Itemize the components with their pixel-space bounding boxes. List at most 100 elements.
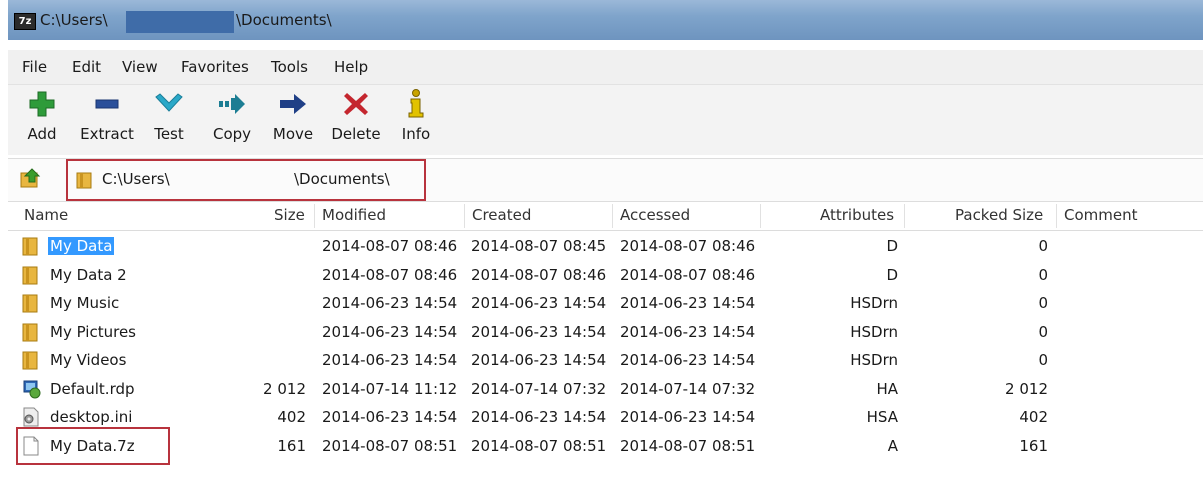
cell-modified: 2014-07-14 11:12: [322, 379, 458, 398]
check-chevron-icon: [150, 89, 188, 119]
cell-attributes: A: [887, 436, 898, 455]
folder-icon: [22, 293, 40, 317]
cell-accessed: 2014-07-14 07:32: [620, 379, 756, 398]
minus-icon: [78, 89, 136, 119]
cell-modified: 2014-08-07 08:46: [322, 265, 458, 284]
up-arrow-icon: [20, 168, 41, 188]
cell-size: 402: [277, 408, 306, 426]
column-modified[interactable]: Modified: [322, 206, 386, 224]
move-label: Move: [272, 125, 314, 143]
path-field[interactable]: C:\Users\ \Documents\: [66, 159, 426, 201]
add-button[interactable]: Add: [24, 89, 60, 143]
cell-accessed: 2014-06-23 14:54: [620, 322, 756, 341]
cell-attributes: HSA: [866, 408, 898, 426]
add-label: Add: [27, 125, 57, 143]
cell-created: 2014-07-14 07:32: [471, 379, 607, 398]
column-size[interactable]: Size: [274, 206, 305, 224]
cell-attributes: HSDrn: [850, 294, 898, 312]
copy-arrow-icon: [210, 89, 254, 119]
file-name: Default.rdp: [50, 379, 135, 398]
cell-packed: 161: [1019, 436, 1048, 455]
cell-attributes: HSDrn: [850, 351, 898, 369]
table-row[interactable]: My Data 2 2014-08-07 08:46 2014-08-07 08:4…: [8, 261, 1203, 289]
cell-size: 2 012: [263, 379, 306, 398]
cell-packed: 0: [1038, 351, 1048, 369]
window-title-suffix: \Documents\: [236, 11, 332, 29]
delete-label: Delete: [331, 125, 381, 143]
table-row[interactable]: My Pictures 2014-06-23 14:54 2014-06-23 14…: [8, 318, 1203, 346]
table-row[interactable]: My Data 2014-08-07 08:46 2014-08-07 08:45 2…: [8, 232, 1203, 260]
copy-button[interactable]: Copy: [210, 89, 254, 143]
table-row[interactable]: Default.rdp 2 012 2014-07-14 11:12 2014-07-…: [8, 375, 1203, 403]
file-name: desktop.ini: [50, 408, 133, 426]
file-manager-window: 7z C:\Users\ \Documents\ File Edit View …: [8, 0, 1203, 482]
app-7z-icon: 7z: [14, 13, 36, 30]
cell-modified: 2014-06-23 14:54: [322, 294, 458, 312]
title-bar[interactable]: 7z C:\Users\ \Documents\: [8, 0, 1203, 40]
file-name: My Pictures: [50, 322, 136, 341]
file-name: My Data: [48, 237, 115, 255]
delete-button[interactable]: Delete: [330, 89, 382, 143]
table-row[interactable]: desktop.ini 402 2014-06-23 14:54 2014-06-23…: [8, 403, 1203, 431]
info-icon: [398, 89, 434, 119]
folder-icon: [76, 171, 94, 193]
column-accessed[interactable]: Accessed: [620, 206, 690, 224]
folder-icon: [22, 322, 40, 346]
move-arrow-icon: [270, 89, 316, 119]
cell-modified: 2014-06-23 14:54: [322, 322, 458, 341]
table-row[interactable]: My Videos 2014-06-23 14:54 2014-06-23 14:5…: [8, 346, 1203, 374]
info-label: Info: [401, 125, 431, 143]
cell-modified: 2014-06-23 14:54: [322, 351, 458, 369]
cell-packed: 0: [1038, 265, 1048, 284]
cell-packed: 2 012: [1005, 379, 1048, 398]
cell-attributes: D: [886, 265, 898, 284]
move-button[interactable]: Move: [270, 89, 316, 143]
path-prefix: C:\Users\: [102, 170, 170, 188]
table-row[interactable]: My Music 2014-06-23 14:54 2014-06-23 14:54…: [8, 289, 1203, 317]
rdp-file-icon: [22, 379, 42, 403]
cell-created: 2014-06-23 14:54: [471, 351, 607, 369]
window-title-prefix: C:\Users\: [40, 11, 108, 29]
cell-modified: 2014-08-07 08:46: [322, 237, 458, 255]
cell-accessed: 2014-08-07 08:46: [620, 265, 756, 284]
x-icon: [330, 89, 382, 119]
column-attributes[interactable]: Attributes: [820, 206, 894, 224]
test-button[interactable]: Test: [150, 89, 188, 143]
plus-icon: [24, 89, 60, 119]
menu-help[interactable]: Help: [334, 58, 368, 76]
column-created[interactable]: Created: [472, 206, 531, 224]
file-name: My Music: [50, 294, 120, 312]
cell-created: 2014-06-23 14:54: [471, 322, 607, 341]
archive-highlight-box: [16, 427, 170, 465]
column-packed-size[interactable]: Packed Size: [955, 206, 1043, 224]
file-name: My Data 2: [50, 265, 127, 284]
cell-packed: 0: [1038, 322, 1048, 341]
redacted-username: [126, 11, 234, 33]
cell-packed: 0: [1038, 294, 1048, 312]
table-row[interactable]: My Data.7z 161 2014-08-07 08:51 2014-08-07 …: [8, 432, 1203, 460]
up-folder-button[interactable]: [20, 167, 42, 193]
cell-accessed: 2014-06-23 14:54: [620, 294, 756, 312]
extract-button[interactable]: Extract: [78, 89, 136, 143]
menu-view[interactable]: View: [122, 58, 158, 76]
menu-favorites[interactable]: Favorites: [181, 58, 249, 76]
cell-created: 2014-08-07 08:46: [471, 265, 607, 284]
cell-modified: 2014-06-23 14:54: [322, 408, 458, 426]
cell-packed: 0: [1038, 237, 1048, 255]
cell-attributes: D: [886, 237, 898, 255]
path-bar: C:\Users\ \Documents\: [8, 158, 1203, 202]
menu-edit[interactable]: Edit: [72, 58, 101, 76]
cell-accessed: 2014-06-23 14:54: [620, 351, 756, 369]
copy-label: Copy: [212, 125, 252, 143]
column-comment[interactable]: Comment: [1064, 206, 1138, 224]
cell-accessed: 2014-08-07 08:46: [620, 237, 756, 255]
menu-file[interactable]: File: [22, 58, 47, 76]
cell-attributes: HSDrn: [850, 322, 898, 341]
cell-modified: 2014-08-07 08:51: [322, 436, 458, 455]
info-button[interactable]: Info: [398, 89, 434, 143]
menu-tools[interactable]: Tools: [271, 58, 308, 76]
folder-icon: [22, 350, 40, 374]
column-name[interactable]: Name: [24, 206, 68, 224]
file-list: Name Size Modified Created Accessed Attr…: [8, 202, 1203, 482]
cell-created: 2014-08-07 08:45: [471, 237, 607, 255]
